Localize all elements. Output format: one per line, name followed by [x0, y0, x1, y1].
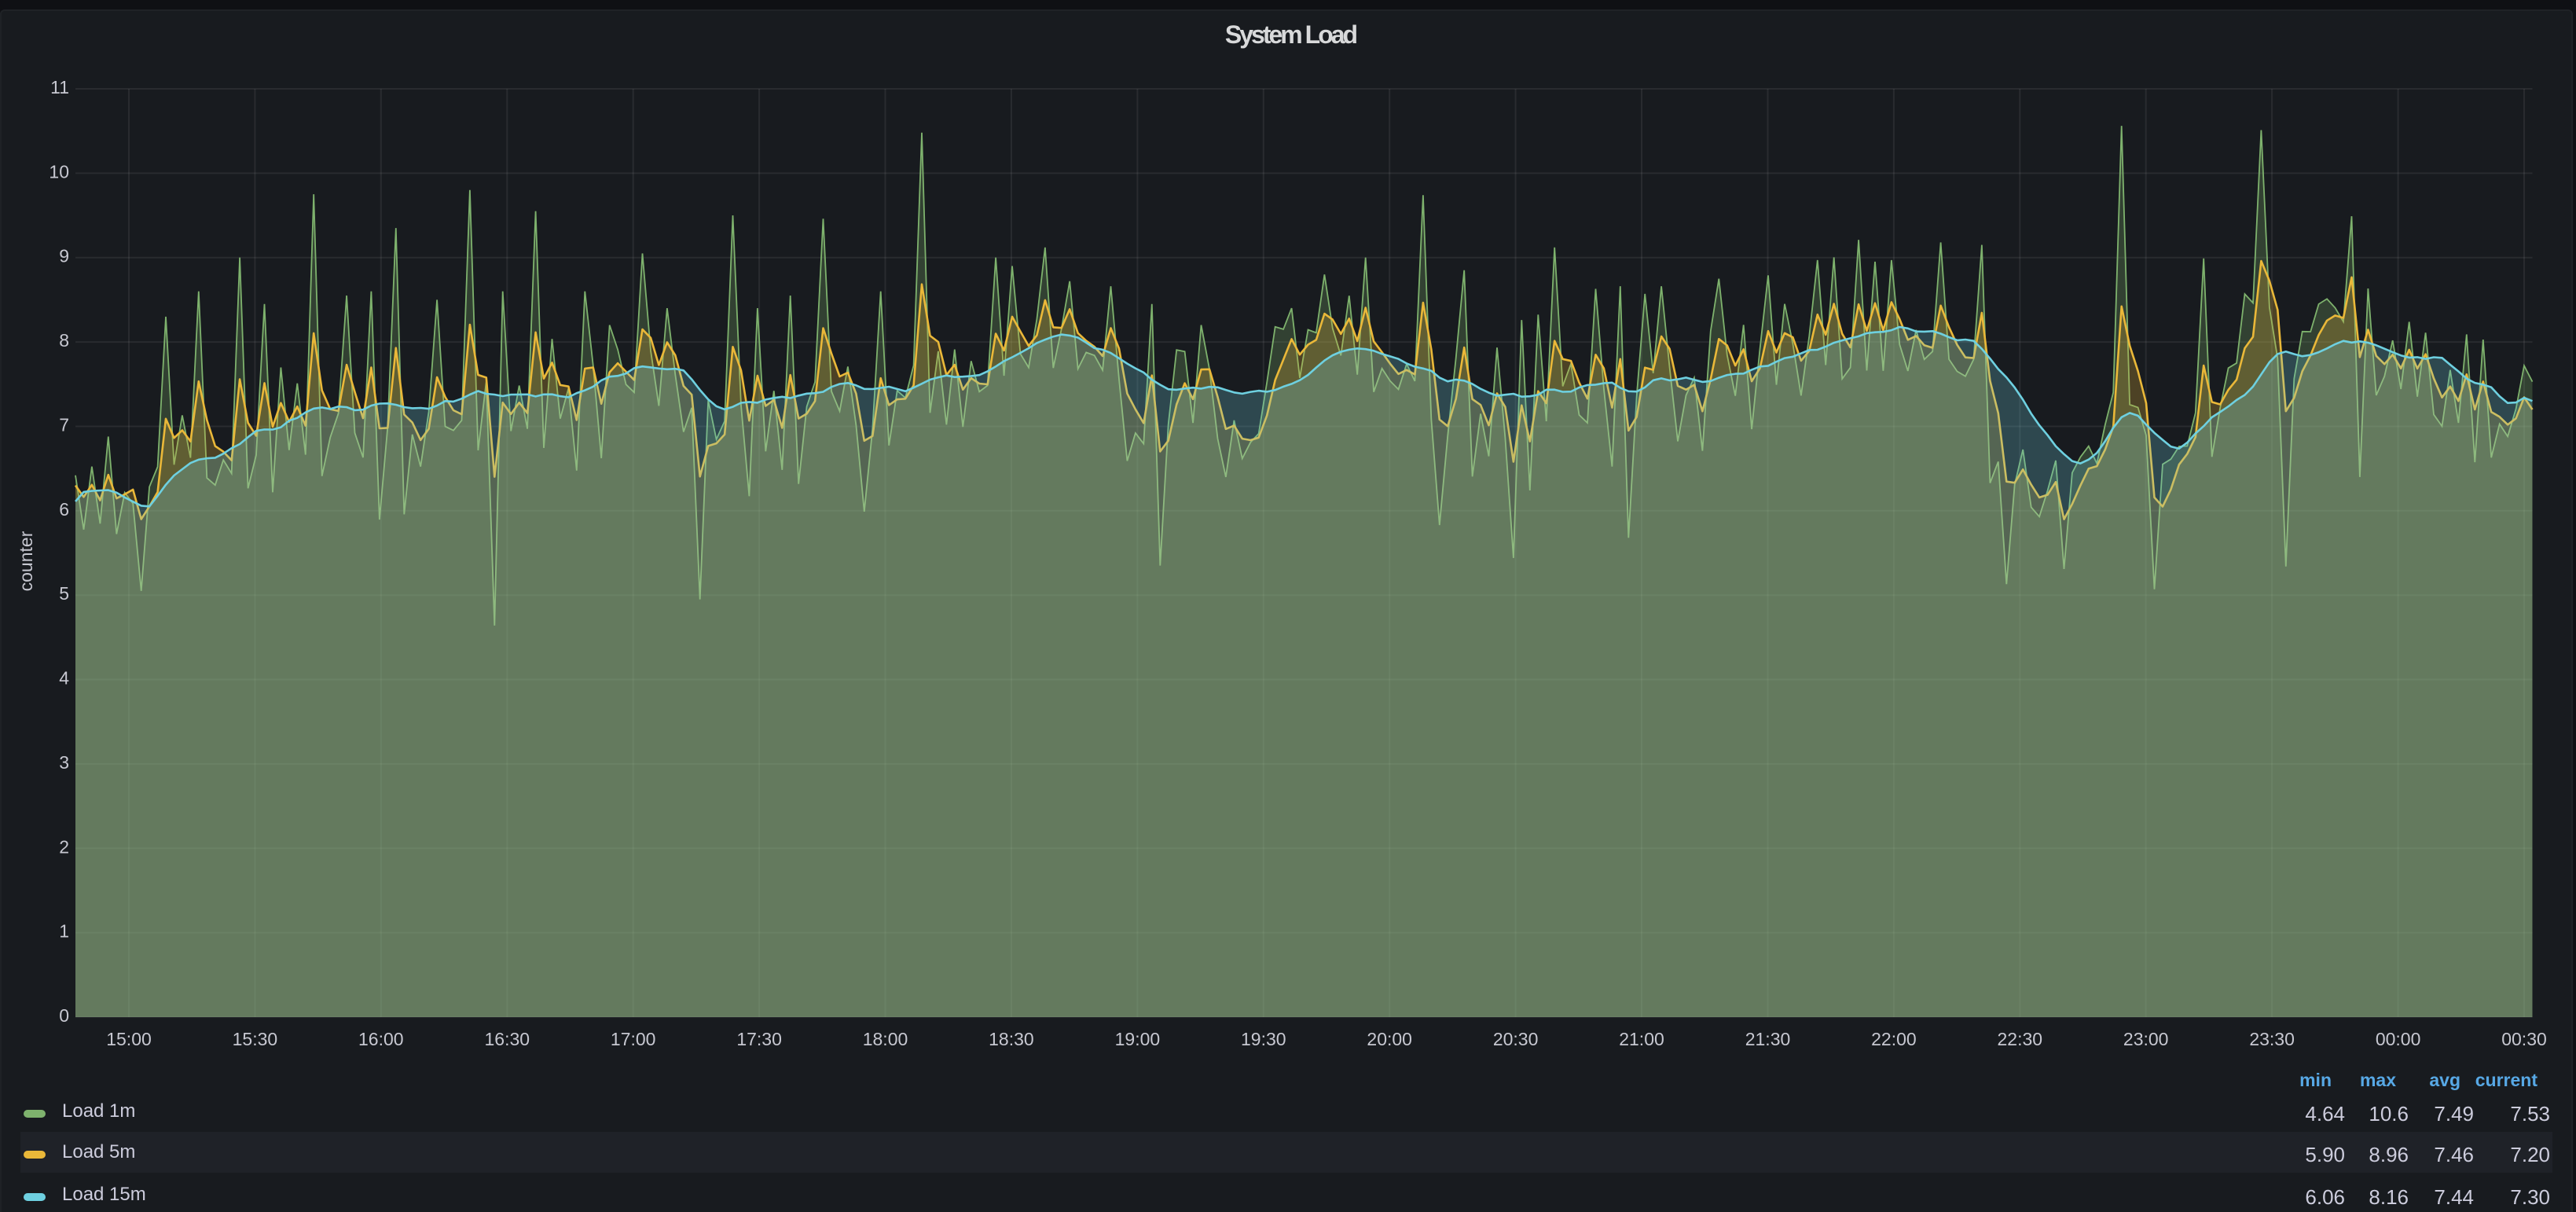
svg-text:16:00: 16:00 — [358, 1029, 404, 1049]
svg-text:11: 11 — [50, 77, 69, 97]
svg-text:19:00: 19:00 — [1115, 1029, 1161, 1049]
svg-text:22:00: 22:00 — [1871, 1029, 1917, 1049]
svg-text:00:30: 00:30 — [2501, 1029, 2547, 1049]
svg-text:23:00: 23:00 — [2123, 1029, 2169, 1049]
svg-text:4: 4 — [59, 668, 69, 689]
svg-text:00:00: 00:00 — [2376, 1029, 2421, 1049]
svg-text:23:30: 23:30 — [2249, 1029, 2295, 1049]
svg-text:15:00: 15:00 — [106, 1029, 152, 1049]
svg-text:6: 6 — [59, 499, 69, 520]
svg-text:10: 10 — [49, 161, 69, 182]
svg-text:17:00: 17:00 — [611, 1029, 656, 1049]
svg-text:22:30: 22:30 — [1998, 1029, 2043, 1049]
svg-text:20:30: 20:30 — [1493, 1029, 1539, 1049]
svg-text:7: 7 — [59, 415, 69, 435]
svg-text:21:30: 21:30 — [1745, 1029, 1791, 1049]
svg-text:16:30: 16:30 — [485, 1029, 530, 1049]
svg-text:0: 0 — [59, 1005, 69, 1026]
svg-text:18:00: 18:00 — [863, 1029, 908, 1049]
svg-text:counter: counter — [16, 531, 36, 591]
svg-text:20:00: 20:00 — [1367, 1029, 1412, 1049]
svg-text:19:30: 19:30 — [1241, 1029, 1286, 1049]
svg-text:5: 5 — [59, 583, 69, 604]
svg-text:17:30: 17:30 — [736, 1029, 782, 1049]
svg-text:2: 2 — [59, 836, 69, 857]
svg-text:3: 3 — [59, 752, 69, 773]
svg-text:15:30: 15:30 — [233, 1029, 278, 1049]
svg-text:18:30: 18:30 — [989, 1029, 1034, 1049]
svg-text:21:00: 21:00 — [1619, 1029, 1664, 1049]
svg-text:1: 1 — [59, 921, 69, 942]
svg-text:9: 9 — [59, 246, 69, 266]
svg-text:8: 8 — [59, 330, 69, 351]
